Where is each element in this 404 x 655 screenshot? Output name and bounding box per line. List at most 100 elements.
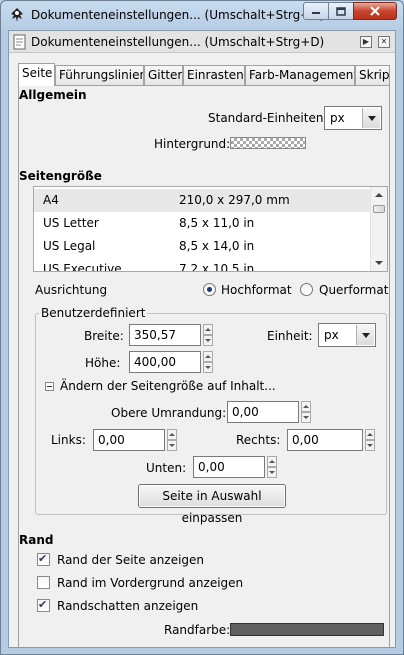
page-size-list[interactable]: A4 210,0 x 297,0 mm US Letter 8,5 x 11,0 i… — [33, 186, 388, 272]
decrement-icon[interactable] — [301, 412, 311, 423]
close-icon: ✕ — [380, 37, 388, 46]
landscape-radio[interactable] — [300, 283, 313, 296]
default-units-value: px — [330, 111, 345, 125]
list-item[interactable]: US Executive 7,2 x 10,5 in — [34, 258, 379, 271]
collapse-expander-icon[interactable] — [45, 382, 54, 391]
top-margin-input[interactable]: 0,00 — [227, 401, 299, 423]
right-margin-spinbox[interactable]: 0,00 — [287, 429, 375, 451]
tab-bar: Seite Führungslinien Gitter Einrasten Fa… — [18, 63, 390, 86]
width-label: Breite: — [84, 329, 124, 343]
decrement-icon[interactable] — [365, 440, 375, 451]
chevron-down-icon — [362, 108, 380, 128]
unit-value: px — [324, 328, 339, 342]
close-button[interactable] — [353, 2, 397, 20]
dialog-client: Dokumenteneinstellungen... (Umschalt+Str… — [8, 30, 396, 648]
left-margin-input[interactable]: 0,00 — [93, 429, 165, 451]
section-border-heading: Rand — [19, 533, 54, 547]
width-stepper[interactable] — [203, 324, 213, 346]
chevron-down-icon — [356, 325, 374, 345]
landscape-label[interactable]: Querformat — [319, 283, 388, 297]
decrement-icon[interactable] — [267, 467, 277, 478]
right-margin-stepper[interactable] — [365, 429, 375, 451]
bottom-margin-spinbox[interactable]: 0,00 — [193, 456, 277, 478]
increment-icon[interactable] — [267, 456, 277, 467]
tab-fuehrungslinien[interactable]: Führungslinien — [55, 65, 144, 85]
right-margin-input[interactable]: 0,00 — [287, 429, 363, 451]
tab-skripte[interactable]: Skripte — [355, 65, 390, 85]
increment-icon[interactable] — [167, 429, 177, 440]
dock-iconify-button[interactable]: ▶ — [360, 36, 372, 48]
tab-seite[interactable]: Seite — [18, 63, 55, 86]
decrement-icon[interactable] — [203, 362, 213, 373]
section-general-heading: Allgemein — [19, 88, 87, 102]
border-color-label: Randfarbe: — [164, 623, 231, 637]
fit-page-to-selection-button[interactable]: Seite in Auswahl einpassen — [138, 484, 286, 525]
custom-size-title: Benutzerdefiniert — [39, 306, 148, 320]
bottom-margin-stepper[interactable] — [267, 456, 277, 478]
bottom-margin-label: Unten: — [146, 461, 187, 475]
border-shadow-label[interactable]: Randschatten anzeigen — [57, 599, 198, 613]
height-spinbox[interactable]: 400,00 — [129, 351, 213, 373]
height-label: Höhe: — [85, 356, 121, 370]
background-color-swatch[interactable] — [230, 137, 306, 149]
minimize-button[interactable] — [303, 2, 329, 20]
border-color-swatch[interactable] — [230, 623, 384, 636]
section-page-size-heading: Seitengröße — [19, 169, 102, 183]
left-margin-stepper[interactable] — [167, 429, 177, 451]
width-input[interactable]: 350,57 — [129, 324, 201, 346]
iconify-icon: ▶ — [362, 37, 370, 46]
window-title: Dokumenteneinstellungen... (Umschalt+Str… — [31, 8, 325, 22]
dialog-window: Dokumenteneinstellungen... (Umschalt+Str… — [0, 0, 404, 655]
dock-header: Dokumenteneinstellungen... (Umschalt+Str… — [9, 31, 395, 53]
height-stepper[interactable] — [203, 351, 213, 373]
increment-icon[interactable] — [301, 401, 311, 412]
unit-combo[interactable]: px — [318, 323, 376, 347]
list-item[interactable]: US Letter 8,5 x 11,0 in — [34, 212, 379, 235]
top-margin-stepper[interactable] — [301, 401, 311, 423]
maximize-button[interactable] — [328, 2, 354, 20]
dock-title: Dokumenteneinstellungen... (Umschalt+Str… — [31, 35, 325, 49]
list-item[interactable]: US Legal 8,5 x 14,0 in — [34, 235, 379, 258]
portrait-label[interactable]: Hochformat — [221, 283, 292, 297]
unit-label: Einheit: — [267, 329, 313, 343]
dock-close-button[interactable]: ✕ — [378, 36, 390, 48]
top-margin-label: Obere Umrandung: — [111, 406, 227, 420]
increment-icon[interactable] — [365, 429, 375, 440]
right-margin-label: Rechts: — [236, 433, 281, 447]
default-units-label: Standard-Einheiten: — [208, 111, 328, 125]
tab-gitter[interactable]: Gitter — [144, 65, 183, 85]
tab-farb-management[interactable]: Farb-Management — [245, 65, 355, 85]
maximize-icon — [336, 6, 346, 16]
scroll-down-icon[interactable] — [371, 255, 387, 271]
decrement-icon[interactable] — [203, 335, 213, 346]
background-label: Hintergrund: — [154, 137, 231, 151]
portrait-radio[interactable] — [203, 283, 216, 296]
left-margin-label: Links: — [51, 433, 86, 447]
inkscape-app-icon — [11, 8, 23, 22]
list-scrollbar[interactable] — [370, 187, 387, 271]
increment-icon[interactable] — [203, 351, 213, 362]
left-margin-spinbox[interactable]: 0,00 — [93, 429, 177, 451]
window-titlebar[interactable]: Dokumenteneinstellungen... (Umschalt+Str… — [1, 1, 403, 30]
border-on-top-checkbox[interactable] — [37, 576, 50, 589]
border-shadow-checkbox[interactable] — [37, 598, 50, 612]
close-icon — [370, 6, 380, 16]
minimize-icon — [312, 12, 320, 14]
orientation-label: Ausrichtung — [35, 283, 108, 297]
scroll-thumb[interactable] — [373, 205, 385, 213]
resize-to-content-label[interactable]: Ändern der Seitengröße auf Inhalt... — [60, 379, 276, 393]
show-border-checkbox[interactable] — [37, 552, 50, 566]
height-input[interactable]: 400,00 — [129, 351, 201, 373]
tab-einrasten[interactable]: Einrasten — [183, 65, 245, 85]
decrement-icon[interactable] — [167, 440, 177, 451]
border-on-top-label[interactable]: Rand im Vordergrund anzeigen — [57, 576, 243, 590]
show-border-label[interactable]: Rand der Seite anzeigen — [57, 553, 204, 567]
bottom-margin-input[interactable]: 0,00 — [193, 456, 265, 478]
increment-icon[interactable] — [203, 324, 213, 335]
top-margin-spinbox[interactable]: 0,00 — [227, 401, 311, 423]
width-spinbox[interactable]: 350,57 — [129, 324, 213, 346]
list-item[interactable]: A4 210,0 x 297,0 mm — [34, 189, 379, 212]
document-properties-icon — [13, 34, 26, 50]
default-units-combo[interactable]: px — [324, 106, 382, 130]
scroll-up-icon[interactable] — [371, 187, 387, 203]
